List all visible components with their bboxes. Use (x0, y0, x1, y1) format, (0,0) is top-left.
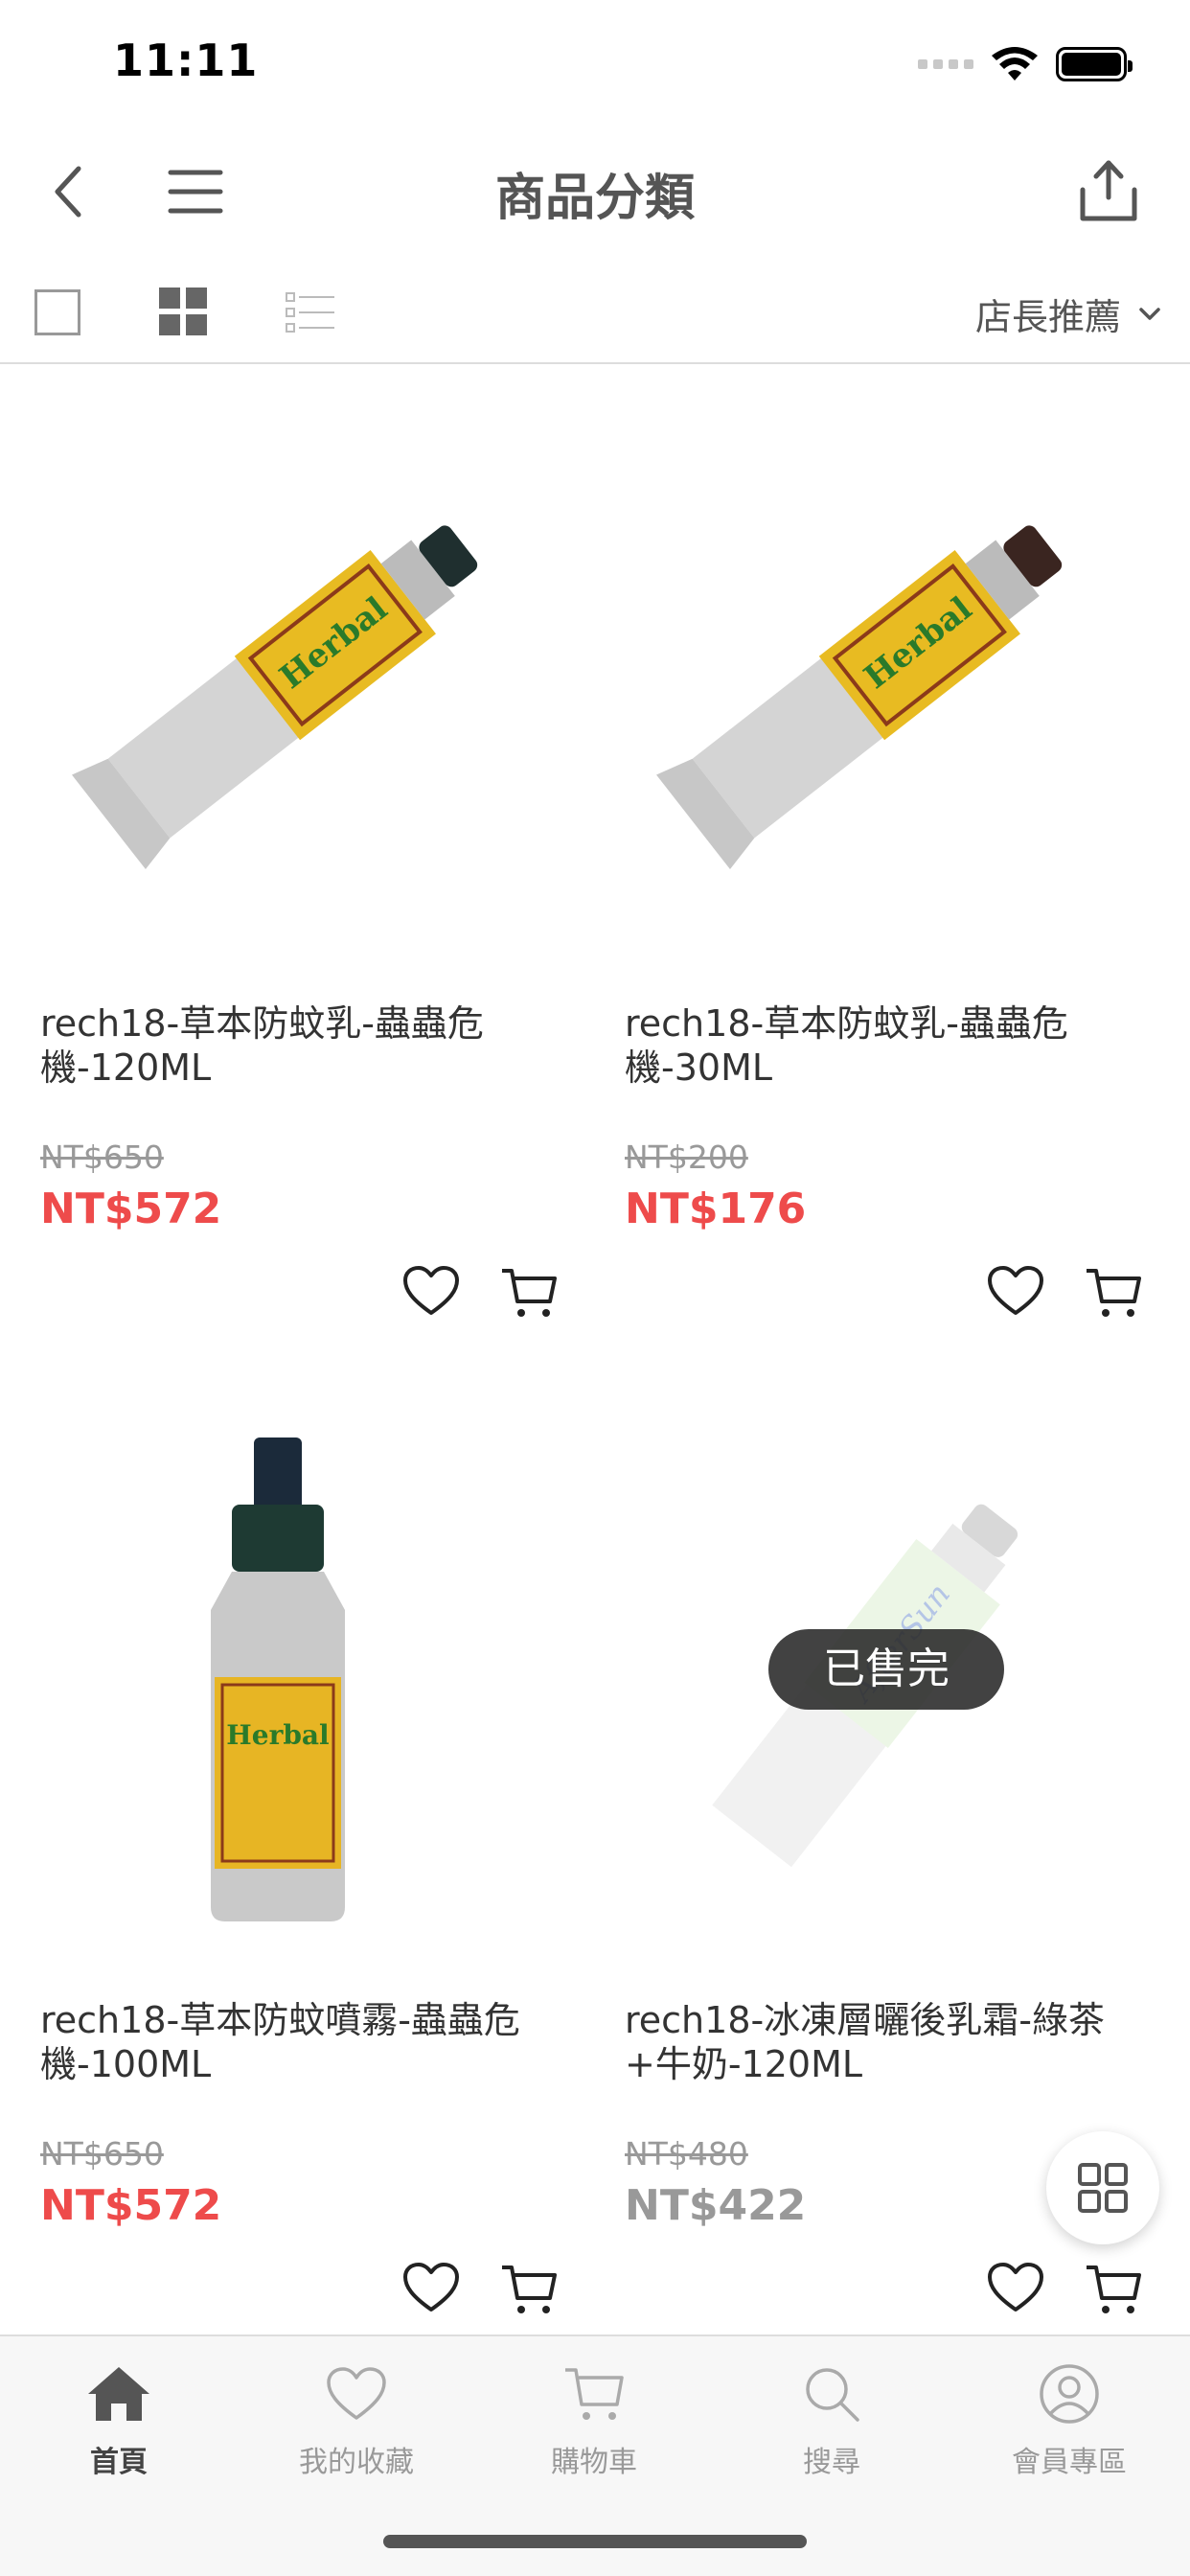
original-price: NT$200 (625, 1138, 748, 1176)
sale-price: NT$422 (625, 2181, 807, 2230)
tab-label: 我的收藏 (299, 2446, 414, 2479)
sale-price: NT$572 (40, 1184, 222, 1233)
heart-icon (327, 2367, 386, 2420)
product-name[interactable]: rech18-草本防蚊乳-蟲蟲危機-30ML (625, 1001, 1123, 1090)
product-name[interactable]: rech18-草本防蚊乳-蟲蟲危機-120ML (40, 1001, 538, 1090)
cart-icon[interactable] (1085, 1265, 1142, 1321)
user-icon (1040, 2364, 1099, 2424)
page-title: 商品分類 (494, 170, 695, 227)
search-icon (806, 2368, 859, 2422)
cart-icon[interactable] (500, 2262, 558, 2317)
status-icons (918, 46, 1133, 82)
grid-view-icon[interactable] (159, 288, 207, 335)
cart-icon (565, 2368, 624, 2420)
sort-dropdown[interactable]: 店長推薦 (975, 288, 1161, 340)
tab-label: 首頁 (90, 2446, 148, 2479)
navigation-bar: 商品分類 (0, 134, 1190, 249)
floating-grid-button[interactable] (1046, 2131, 1159, 2244)
product-card[interactable]: Herbal rech18-草本防蚊乳-蟲蟲危機-30ML NT$200 NT$… (584, 374, 1169, 1370)
status-bar: 11:11 (0, 0, 1190, 125)
original-price: NT$480 (625, 2135, 748, 2173)
status-time: 11:11 (113, 34, 259, 86)
tab-member[interactable]: 會員專區 (950, 2356, 1188, 2480)
heart-icon[interactable] (402, 1265, 460, 1317)
battery-icon (1056, 47, 1133, 81)
heart-icon[interactable] (402, 2262, 460, 2313)
tab-label: 搜尋 (803, 2446, 860, 2479)
product-image[interactable]: Herbal (604, 402, 1150, 949)
sold-out-badge: 已售完 (768, 1629, 1004, 1710)
sort-label: 店長推薦 (974, 296, 1121, 338)
single-view-icon[interactable] (34, 289, 80, 335)
original-price: NT$650 (40, 1138, 164, 1176)
product-card[interactable]: Herbal rech18-草本防蚊乳-蟲蟲危機-120ML NT$650 NT… (0, 374, 584, 1370)
tab-home[interactable]: 首頁 (0, 2356, 238, 2480)
share-icon[interactable] (1075, 155, 1142, 224)
home-icon (88, 2367, 149, 2421)
product-image[interactable]: Herbal (19, 1399, 565, 1945)
original-price: NT$650 (40, 2135, 164, 2173)
heart-icon[interactable] (987, 2262, 1044, 2313)
product-name[interactable]: rech18-冰凍層曬後乳霜-綠茶+牛奶-120ML (625, 1998, 1123, 2086)
cart-icon[interactable] (1085, 2262, 1142, 2317)
cart-icon[interactable] (500, 1265, 558, 1321)
product-image[interactable]: Herbal (19, 402, 565, 949)
tab-cart[interactable]: 購物車 (475, 2356, 713, 2480)
tab-label: 會員專區 (1012, 2446, 1127, 2479)
tab-favorites[interactable]: 我的收藏 (238, 2356, 475, 2480)
product-card[interactable]: Herbal rech18-草本防蚊噴霧-蟲蟲危機-100ML NT$650 N… (0, 1370, 584, 2367)
home-indicator (383, 2535, 807, 2548)
list-view-icon[interactable] (286, 291, 335, 334)
chevron-down-icon (1139, 307, 1160, 320)
product-name[interactable]: rech18-草本防蚊噴霧-蟲蟲危機-100ML (40, 1998, 538, 2086)
sale-price: NT$572 (40, 2181, 222, 2230)
wifi-icon (992, 47, 1038, 80)
heart-icon[interactable] (987, 1265, 1044, 1317)
tab-label: 購物車 (551, 2446, 637, 2479)
grid-icon (1078, 2163, 1128, 2213)
tab-search[interactable]: 搜尋 (713, 2356, 950, 2480)
cellular-signal-icon (918, 59, 973, 69)
filter-bar: 店長推薦 (0, 268, 1190, 364)
svg-text:Herbal: Herbal (226, 1719, 329, 1751)
sale-price: NT$176 (625, 1184, 807, 1233)
